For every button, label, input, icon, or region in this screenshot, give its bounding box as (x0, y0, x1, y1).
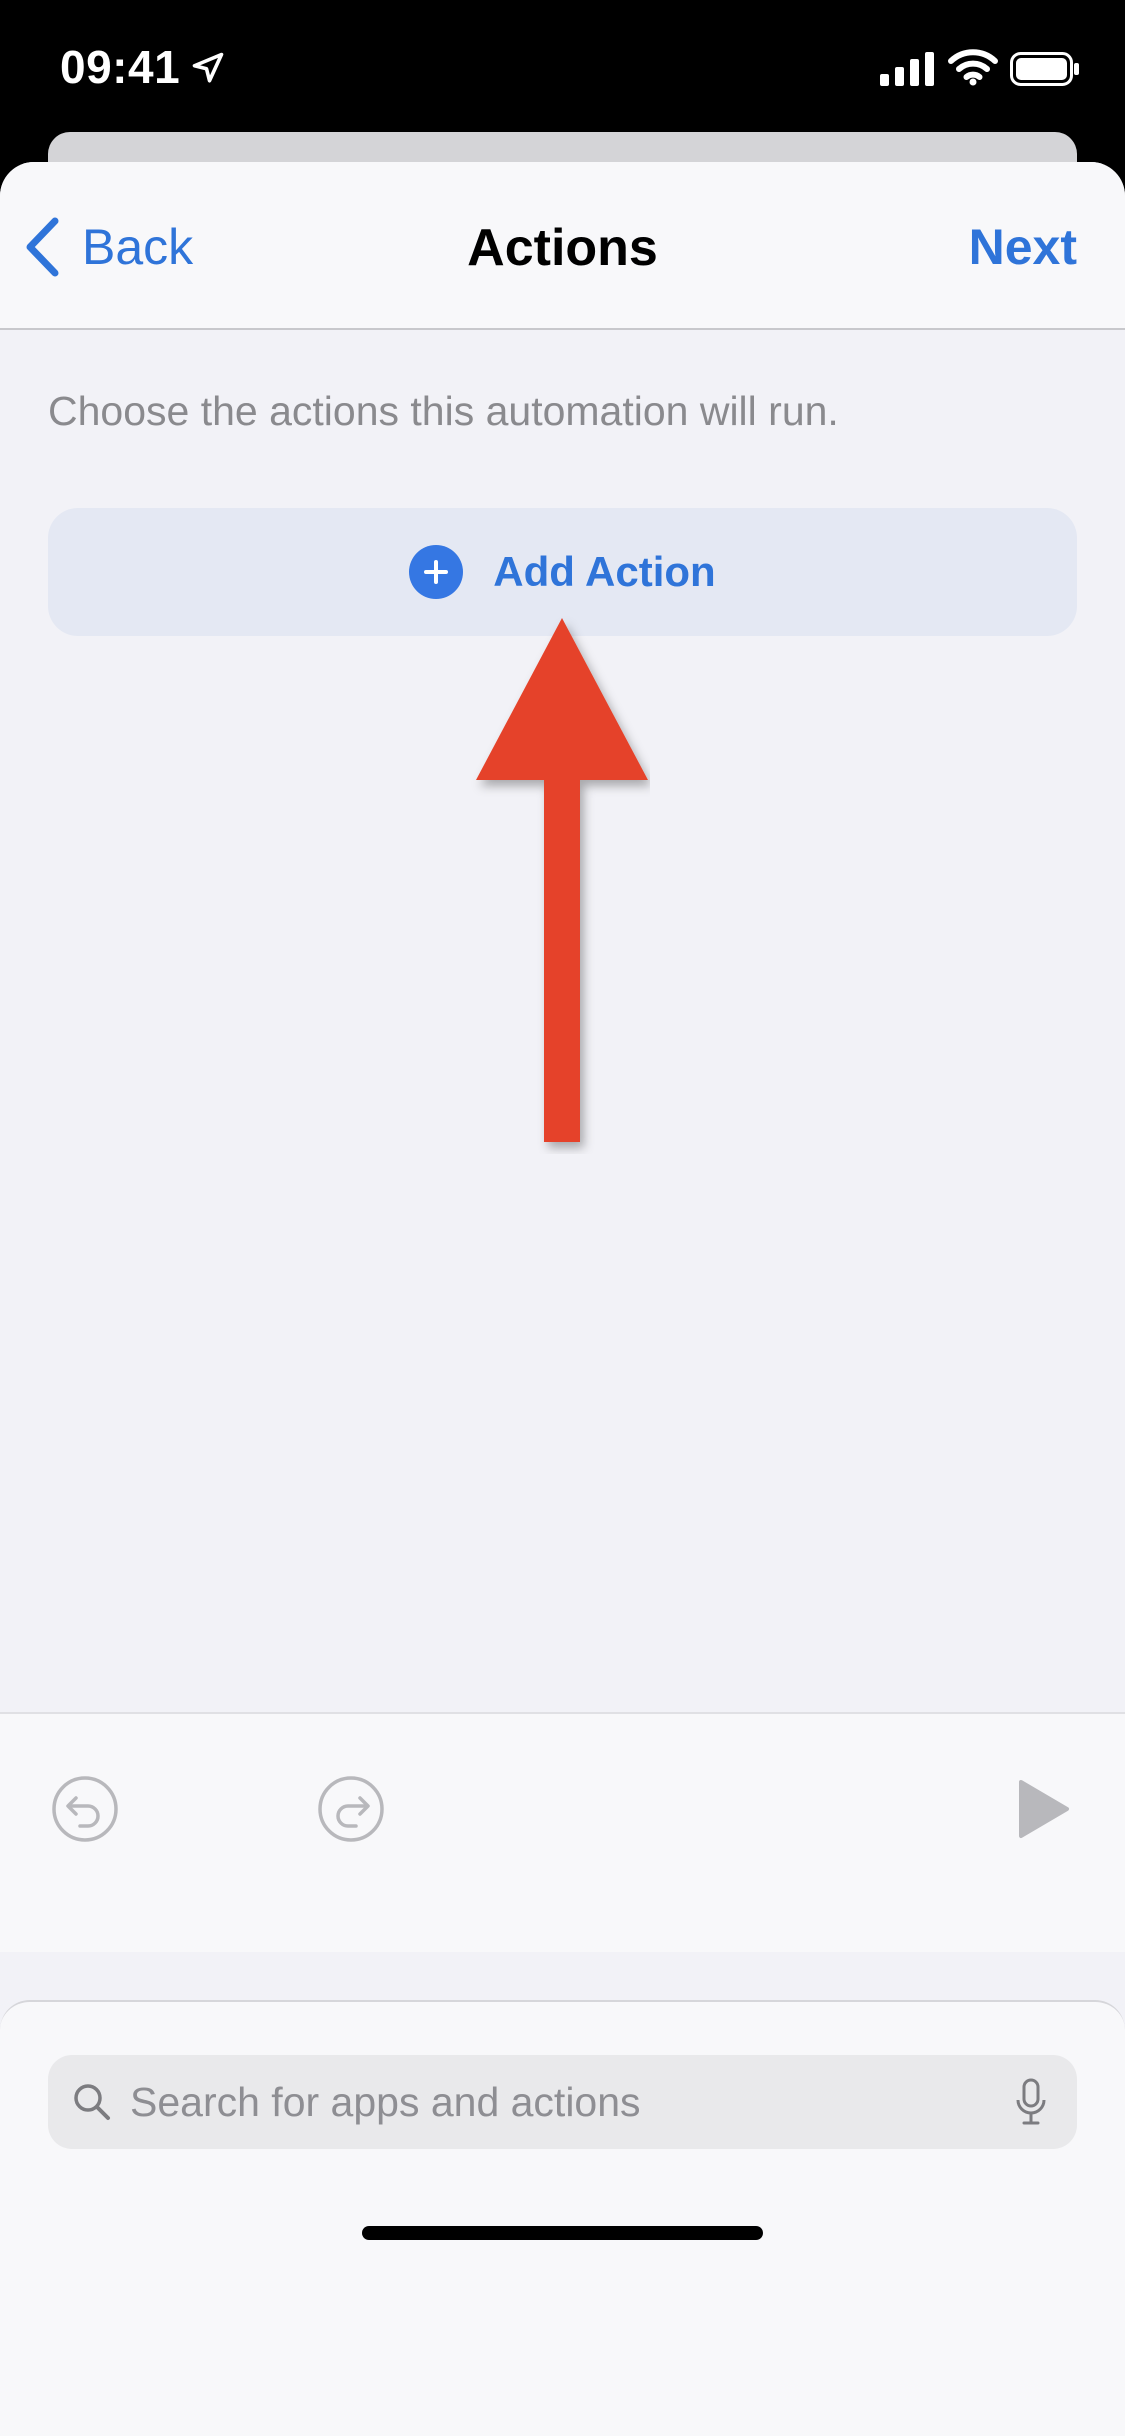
home-indicator (362, 2226, 763, 2240)
battery-icon (1010, 52, 1079, 86)
cellular-signal-icon (880, 52, 934, 86)
search-input[interactable]: Search for apps and actions (48, 2055, 1077, 2149)
redo-icon[interactable] (316, 1774, 386, 1844)
search-icon (74, 2084, 110, 2120)
search-placeholder: Search for apps and actions (130, 2078, 641, 2125)
page-title: Actions (467, 219, 658, 277)
wifi-icon (948, 49, 998, 86)
search-panel: Search for apps and actions (0, 2000, 1125, 2436)
status-bar: 09:41 (0, 0, 1125, 140)
microphone-icon[interactable] (1015, 2078, 1047, 2126)
add-action-label: Add Action (493, 548, 716, 595)
navigation-bar: Back Actions Next (0, 162, 1125, 330)
undo-icon[interactable] (50, 1774, 120, 1844)
plus-circle-icon (409, 545, 464, 599)
annotation-arrow (476, 618, 648, 1142)
status-time: 09:41 (60, 41, 181, 93)
next-button[interactable]: Next (969, 218, 1077, 276)
editor-toolbar (0, 1712, 1125, 1952)
screen: 09:41 Back Actions Next Choose the actio… (0, 0, 1125, 2436)
location-icon (192, 52, 224, 83)
play-icon[interactable] (1015, 1778, 1071, 1840)
actions-sheet: Back Actions Next Choose the actions thi… (0, 162, 1125, 2436)
instructions-text: Choose the actions this automation will … (48, 388, 839, 434)
